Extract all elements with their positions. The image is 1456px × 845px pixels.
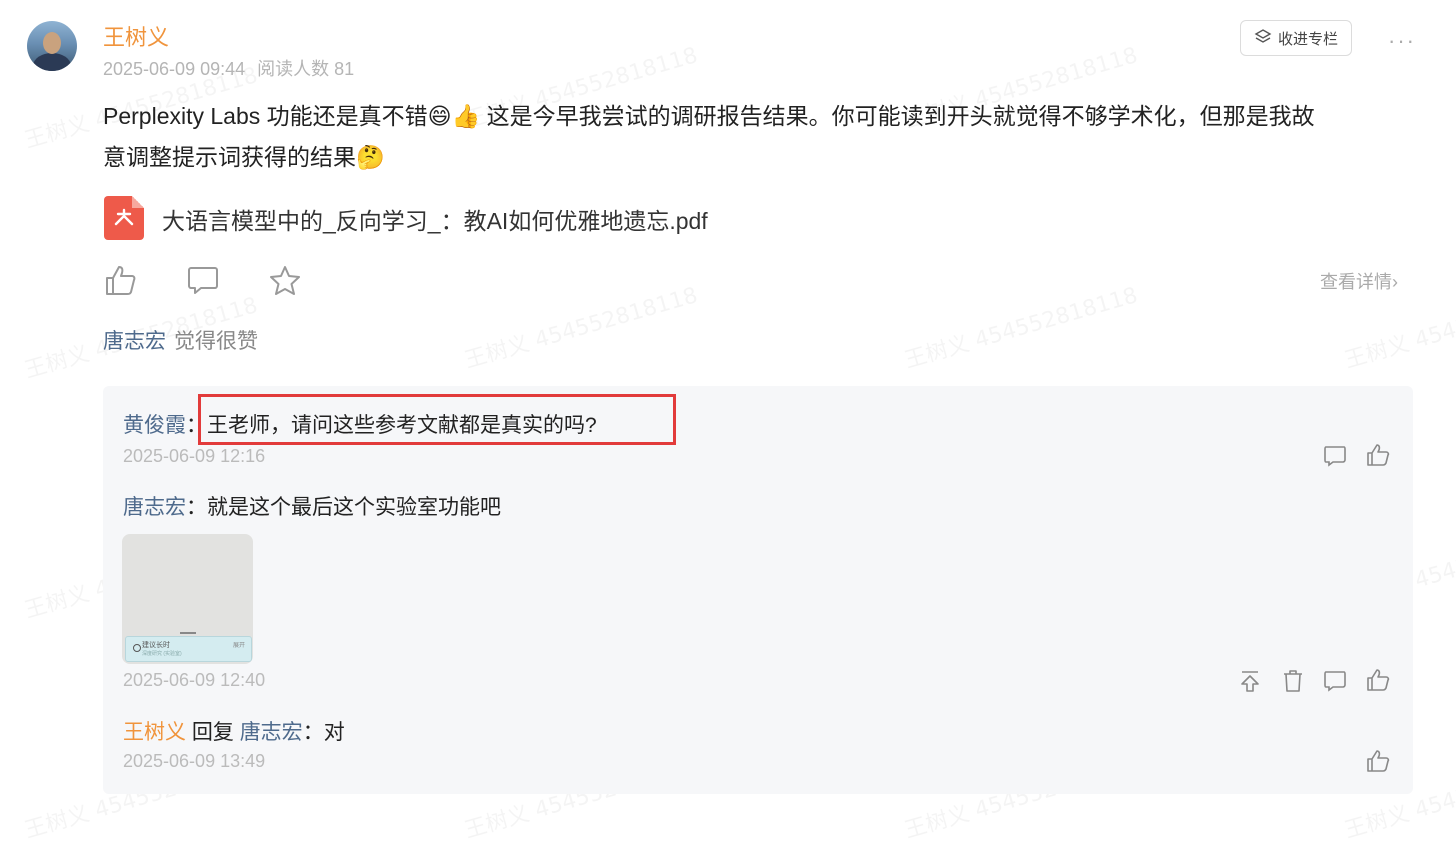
more-options-icon[interactable]: ··· <box>1388 28 1416 54</box>
chevron-right-icon: › <box>1392 272 1398 292</box>
post-content: Perplexity Labs 功能还是真不错😄👍 这是今早我尝试的调研报告结果… <box>103 96 1403 178</box>
image-right-label: 展开 <box>232 643 245 649</box>
comment-icon[interactable] <box>185 262 221 298</box>
image-label: 建议长时 <box>142 642 170 649</box>
highlight-box <box>198 394 676 445</box>
add-to-column-button[interactable]: 收进专栏 <box>1240 20 1352 56</box>
trash-icon[interactable] <box>1280 668 1306 694</box>
comment-text: 就是这个最后这个实验室功能吧 <box>207 496 501 519</box>
liker-name[interactable]: 唐志宏 <box>103 330 166 353</box>
view-details-link[interactable]: 查看详情› <box>1320 268 1398 294</box>
column-icon <box>1254 28 1272 48</box>
comment-item: 王树义 回复 唐志宏：对 <box>123 716 345 746</box>
post-text-line: Perplexity Labs 功能还是真不错😄👍 这是今早我尝试的调研报告结果… <box>103 103 1315 129</box>
post-meta: 2025-06-09 09:44 阅读人数 81 <box>103 55 354 81</box>
view-details-label: 查看详情 <box>1320 272 1392 292</box>
like-icon[interactable] <box>1365 442 1391 468</box>
reply-icon[interactable] <box>1322 668 1348 694</box>
watermark: 王树义 454552818118 <box>900 277 1141 374</box>
reply-to-name[interactable]: 唐志宏 <box>240 721 303 744</box>
post-text-line: 意调整提示词获得的结果🤔 <box>103 144 385 170</box>
likes-suffix: 觉得很赞 <box>174 330 258 353</box>
likes-summary: 唐志宏 觉得很赞 <box>103 325 258 355</box>
like-icon[interactable] <box>103 262 139 298</box>
comment-author[interactable]: 黄俊霞 <box>123 414 186 437</box>
author-avatar[interactable] <box>27 21 77 71</box>
reply-icon[interactable] <box>1322 443 1348 469</box>
image-sublabel: 深度研究 (实验室) <box>142 651 182 657</box>
comment-text: 对 <box>323 721 345 744</box>
comment-item: 唐志宏：就是这个最后这个实验室功能吧 <box>123 491 501 521</box>
pdf-icon[interactable] <box>104 196 144 240</box>
post-author-name[interactable]: 王树义 <box>103 20 169 52</box>
comment-time: 2025-06-09 12:16 <box>123 446 266 466</box>
post-date: 2025-06-09 09:44 <box>103 59 246 79</box>
comment-author[interactable]: 王树义 <box>123 721 186 744</box>
comment-separator: ： <box>302 721 324 744</box>
image-preview-bar: 建议长时 深度研究 (实验室) 展开 <box>125 636 252 662</box>
pin-top-icon[interactable] <box>1237 668 1263 694</box>
comment-time: 2025-06-09 12:40 <box>123 670 266 690</box>
star-icon[interactable] <box>267 262 303 298</box>
comment-image[interactable]: 建议长时 深度研究 (实验室) 展开 <box>122 534 253 664</box>
comment-separator: ： <box>186 496 207 519</box>
add-to-column-label: 收进专栏 <box>1277 30 1338 48</box>
like-icon[interactable] <box>1365 667 1391 693</box>
watermark: 王树义 454552818118 <box>460 277 701 374</box>
like-icon[interactable] <box>1365 748 1391 774</box>
attachment-filename[interactable]: 大语言模型中的_反向学习_：教AI如何优雅地遗忘.pdf <box>162 202 708 236</box>
read-count: 阅读人数 81 <box>257 59 355 79</box>
reply-word: 回复 <box>191 721 234 744</box>
comment-author[interactable]: 唐志宏 <box>123 496 186 519</box>
comment-time: 2025-06-09 13:49 <box>123 751 266 771</box>
